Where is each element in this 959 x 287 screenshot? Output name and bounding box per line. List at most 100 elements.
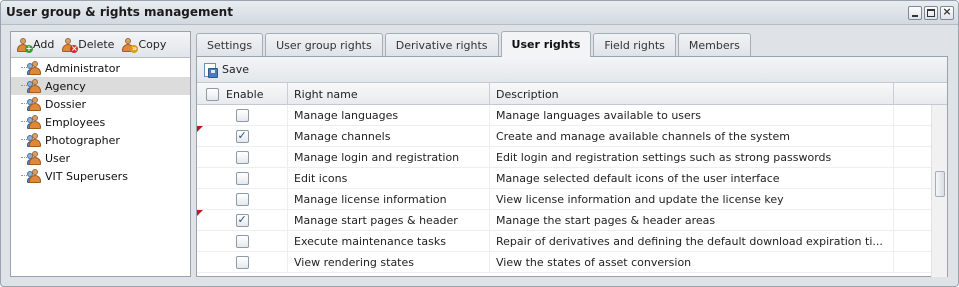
- table-row[interactable]: Execute maintenance tasks Repair of deriv…: [197, 231, 931, 252]
- scrollbar-thumb[interactable]: [935, 171, 945, 197]
- description-cell: Manage languages available to users: [490, 105, 894, 125]
- group-item[interactable]: Dossier: [11, 95, 190, 113]
- window-controls: ×: [908, 5, 954, 20]
- delete-label: Delete: [78, 38, 115, 51]
- vertical-scrollbar[interactable]: [931, 105, 947, 277]
- add-group-button[interactable]: + Add: [15, 37, 55, 53]
- group-item[interactable]: Agency: [11, 77, 190, 95]
- tab-strip: Settings User group rights Derivative righ…: [196, 31, 751, 57]
- enable-checkbox[interactable]: [235, 108, 249, 122]
- enable-column-header[interactable]: Enable: [197, 83, 288, 105]
- table-row[interactable]: Edit icons Manage selected default icons …: [197, 168, 931, 189]
- table-row[interactable]: Manage channelsCreate and manage availab…: [197, 126, 931, 147]
- group-label: User: [45, 151, 71, 165]
- right-name-cell: Manage languages: [288, 105, 490, 125]
- select-all-checkbox[interactable]: [206, 87, 219, 101]
- enable-checkbox[interactable]: [235, 150, 249, 164]
- enable-checkbox[interactable]: [235, 213, 249, 227]
- description-cell: Manage selected default icons of the use…: [490, 168, 894, 188]
- copy-label: Copy: [138, 38, 167, 51]
- group-item[interactable]: VIT Superusers: [11, 167, 190, 185]
- description-cell: Repair of derivatives and defining the d…: [490, 231, 894, 251]
- save-button[interactable]: Save: [203, 62, 249, 78]
- group-item[interactable]: Administrator: [11, 59, 190, 77]
- maximize-icon: [927, 9, 935, 17]
- tab-user-group-rights[interactable]: User group rights: [265, 33, 383, 56]
- right-name-column-header[interactable]: Right name: [288, 83, 490, 105]
- maximize-button[interactable]: [924, 6, 938, 20]
- add-user-icon: +: [15, 37, 33, 53]
- row-filler: [894, 168, 931, 188]
- description-cell: Manage the start pages & header areas: [490, 210, 894, 230]
- description-cell: Create and manage available channels of …: [490, 126, 894, 146]
- row-filler: [894, 252, 931, 272]
- save-label: Save: [222, 63, 250, 76]
- tab-members[interactable]: Members: [677, 33, 751, 56]
- table-row[interactable]: Manage login and registration Edit login …: [197, 147, 931, 168]
- tab-content: Save Enable Right name Description Manag…: [196, 56, 948, 277]
- enable-checkbox[interactable]: [235, 234, 249, 248]
- row-filler: [894, 105, 931, 125]
- enable-cell: [197, 231, 288, 251]
- right-name-cell: Manage channels: [288, 126, 490, 146]
- table-row[interactable]: Manage start pages & headerManage the st…: [197, 210, 931, 231]
- description-cell: Edit login and registration settings suc…: [490, 147, 894, 167]
- table-row[interactable]: Manage languages Manage languages availab…: [197, 105, 931, 126]
- copy-user-icon: »: [120, 37, 139, 53]
- user-groups-panel: + Add × Delete » Copy Administrator Agenc…: [10, 31, 191, 277]
- delete-group-button[interactable]: × Delete: [60, 37, 115, 53]
- row-filler: [894, 147, 931, 167]
- tab-label: Field rights: [604, 38, 665, 52]
- modified-marker: [197, 210, 203, 216]
- enable-cell: [197, 105, 288, 125]
- enable-checkbox[interactable]: [235, 192, 249, 206]
- user-group-icon: [27, 79, 43, 93]
- header-filler: [894, 83, 947, 105]
- tab-field-rights[interactable]: Field rights: [593, 33, 676, 56]
- minimize-button[interactable]: [908, 6, 922, 20]
- tab-derivative-rights[interactable]: Derivative rights: [384, 33, 499, 56]
- tab-label: User rights: [511, 38, 581, 51]
- description-column-header[interactable]: Description: [490, 83, 894, 105]
- tab-user-rights[interactable]: User rights: [500, 31, 592, 57]
- close-button[interactable]: ×: [940, 5, 954, 20]
- description-cell: View license information and update the …: [490, 189, 894, 209]
- add-label: Add: [33, 38, 55, 51]
- group-item[interactable]: User: [11, 149, 190, 167]
- right-name-cell: Manage start pages & header: [288, 210, 490, 230]
- table-row[interactable]: View rendering states View the states of …: [197, 252, 931, 273]
- group-item[interactable]: Employees: [11, 113, 190, 131]
- row-filler: [894, 126, 931, 146]
- grid-header: Enable Right name Description: [197, 83, 947, 105]
- tab-label: User group rights: [276, 38, 372, 52]
- enable-cell: [197, 168, 288, 188]
- grid-body: Manage languages Manage languages availab…: [197, 105, 931, 277]
- enable-checkbox[interactable]: [235, 255, 249, 269]
- tab-settings[interactable]: Settings: [196, 33, 264, 56]
- right-name-cell: Manage login and registration: [288, 147, 490, 167]
- tab-label: Settings: [207, 38, 253, 52]
- delete-user-icon: ×: [60, 37, 79, 53]
- group-label: Photographer: [45, 133, 120, 147]
- enable-checkbox[interactable]: [235, 171, 249, 185]
- group-item[interactable]: Photographer: [11, 131, 190, 149]
- enable-header-label: Enable: [226, 87, 264, 101]
- description-header-label: Description: [496, 87, 559, 101]
- row-filler: [894, 210, 931, 230]
- enable-cell: [197, 126, 288, 146]
- title-bar[interactable]: User group & rights management ×: [1, 1, 958, 25]
- modified-marker: [197, 126, 203, 132]
- copy-group-button[interactable]: » Copy: [120, 37, 167, 53]
- enable-cell: [197, 189, 288, 209]
- row-filler: [894, 231, 931, 251]
- rights-management-window: User group & rights management × + Add ×…: [0, 0, 959, 287]
- enable-cell: [197, 147, 288, 167]
- right-name-header-label: Right name: [294, 87, 358, 101]
- enable-checkbox[interactable]: [235, 129, 249, 143]
- groups-toolbar: + Add × Delete » Copy: [11, 32, 190, 58]
- enable-cell: [197, 252, 288, 272]
- enable-cell: [197, 210, 288, 230]
- tab-label: Members: [688, 38, 740, 52]
- user-group-icon: [27, 115, 43, 129]
- table-row[interactable]: Manage license information View license i…: [197, 189, 931, 210]
